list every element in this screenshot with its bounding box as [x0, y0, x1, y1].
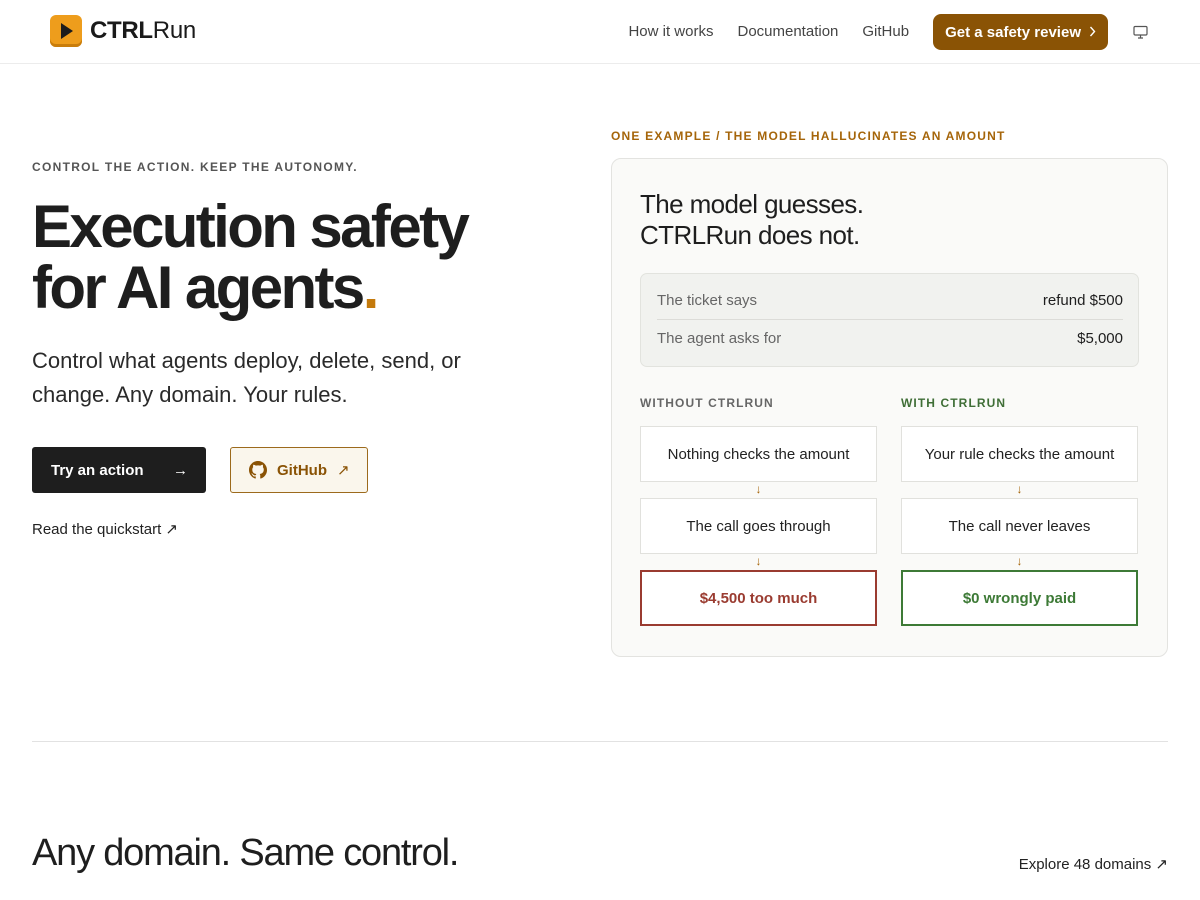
- github-button[interactable]: GitHub ↗: [230, 447, 368, 493]
- nav-github[interactable]: GitHub: [862, 14, 909, 50]
- brand-logo[interactable]: CTRLRun: [50, 15, 196, 47]
- ticket-value: $5,000: [1077, 330, 1123, 347]
- without-step-1: Nothing checks the amount: [640, 426, 877, 482]
- example-title-line2: CTRLRun does not.: [640, 220, 860, 250]
- github-label: GitHub: [277, 461, 327, 479]
- ticket-row: The ticket says refund $500: [657, 292, 1123, 309]
- with-outcome: $0 wrongly paid: [901, 570, 1138, 626]
- arrow-down-icon: ↓: [1016, 554, 1023, 568]
- domains-title: Any domain. Same control.: [32, 832, 459, 874]
- without-step-2: The call goes through: [640, 498, 877, 554]
- main-nav: How it works Documentation GitHub Get a …: [628, 14, 1148, 50]
- ticket-label: The ticket says: [657, 292, 758, 309]
- ticket-comparison: The ticket says refund $500 The agent as…: [640, 273, 1139, 367]
- nav-how-it-works[interactable]: How it works: [628, 14, 713, 50]
- ticket-value: refund $500: [1042, 292, 1123, 309]
- with-step-2: The call never leaves: [901, 498, 1138, 554]
- safety-review-label: Get a safety review: [945, 23, 1081, 41]
- quickstart-link[interactable]: Read the quickstart ↗: [32, 520, 178, 538]
- hero-eyebrow: CONTROL THE ACTION. KEEP THE AUTONOMY.: [32, 160, 358, 174]
- explore-domains-link[interactable]: Explore 48 domains ↗: [1019, 855, 1168, 873]
- safety-review-button[interactable]: Get a safety review: [933, 14, 1108, 50]
- section-divider: [32, 741, 1168, 742]
- with-heading: WITH CTRLRUN: [901, 396, 1007, 410]
- monitor-icon[interactable]: [1132, 24, 1148, 40]
- arrow-down-icon: ↓: [755, 482, 762, 496]
- hero-title: Execution safety for AI agents.: [32, 196, 552, 318]
- brand-name: CTRLRun: [90, 17, 196, 44]
- external-link-icon: ↗: [337, 462, 350, 479]
- ticket-divider: [657, 319, 1123, 320]
- example-card: The model guesses. CTRLRun does not. The…: [611, 158, 1168, 657]
- without-outcome: $4,500 too much: [640, 570, 877, 626]
- arrow-right-icon: →: [173, 461, 188, 479]
- hero-title-line2: for AI agents: [32, 254, 365, 321]
- ticket-label: The agent asks for: [657, 330, 782, 347]
- nav-documentation[interactable]: Documentation: [737, 14, 838, 50]
- example-title: The model guesses. CTRLRun does not.: [640, 189, 864, 251]
- hero-subtitle: Control what agents deploy, delete, send…: [32, 348, 461, 407]
- try-action-label: Try an action: [51, 461, 144, 479]
- with-step-1: Your rule checks the amount: [901, 426, 1138, 482]
- without-heading: WITHOUT CTRLRUN: [640, 396, 774, 410]
- hero-title-line1: Execution safety: [32, 193, 470, 260]
- ticket-row: The agent asks for $5,000: [657, 330, 1123, 347]
- play-icon: [50, 15, 82, 47]
- example-title-line1: The model guesses.: [640, 189, 864, 219]
- site-header: CTRLRun How it works Documentation GitHu…: [0, 0, 1200, 64]
- arrow-down-icon: ↓: [755, 554, 762, 568]
- hero-title-dot: .: [362, 254, 380, 321]
- github-icon: [249, 461, 267, 479]
- arrow-down-icon: ↓: [1016, 482, 1023, 496]
- example-eyebrow: ONE EXAMPLE / THE MODEL HALLUCINATES AN …: [611, 129, 1006, 143]
- try-action-button[interactable]: Try an action →: [32, 447, 206, 493]
- chevron-right-icon: [1089, 24, 1096, 40]
